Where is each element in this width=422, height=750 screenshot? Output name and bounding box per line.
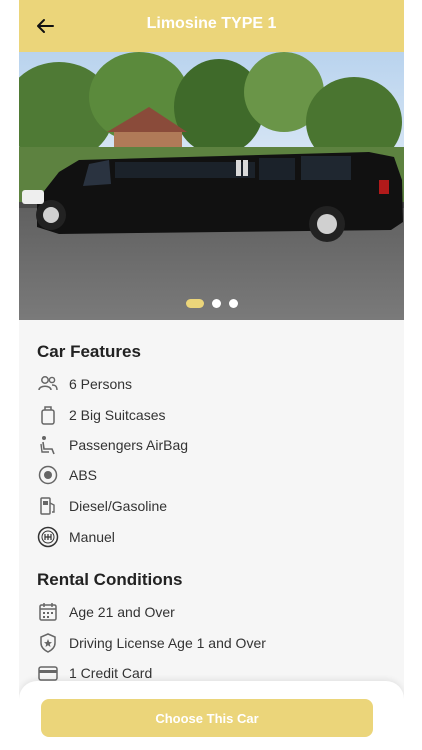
feature-label: ABS [69,467,98,483]
carousel-dot-3[interactable] [228,299,238,308]
choose-car-button[interactable]: Choose This Car [41,699,373,737]
top-bar: Limosine TYPE 1 [19,0,404,52]
feature-persons: 6 Persons [37,372,132,396]
bottom-action-bar: Choose This Car [19,681,404,750]
feature-label: 2 Big Suitcases [69,407,166,423]
airbag-seat-icon [37,434,59,456]
feature-airbag: Passengers AirBag [37,433,188,457]
page-title: Limosine TYPE 1 [146,15,277,32]
limousine-photo [19,52,404,320]
rental-conditions-heading: Rental Conditions [37,570,183,589]
feature-abs: ABS [37,463,97,487]
carousel-dot-2[interactable] [211,299,221,308]
condition-label: Driving License Age 1 and Over [69,635,266,651]
condition-label: 1 Credit Card [69,665,153,681]
condition-license: Driving License Age 1 and Over [37,631,266,655]
abs-icon [37,464,59,486]
app-screen: Limosine TYPE 1 Car Features 6 Persons 2… [19,0,404,750]
calendar-icon [37,601,59,623]
feature-label: Diesel/Gasoline [69,498,168,514]
persons-icon [37,373,59,395]
badge-star-icon [37,632,59,654]
feature-label: Passengers AirBag [69,437,189,453]
feature-label: 6 Persons [69,376,133,392]
fuel-icon [37,495,59,517]
car-photo-carousel[interactable] [19,52,404,320]
feature-label: Manuel [69,529,115,545]
suitcase-icon [37,404,59,426]
car-features-heading: Car Features [37,342,141,361]
gearbox-icon [37,526,59,548]
condition-label: Age 21 and Over [69,604,175,620]
feature-fuel: Diesel/Gasoline [37,494,167,518]
feature-transmission: Manuel [37,525,115,549]
carousel-dots [19,299,404,308]
feature-suitcases: 2 Big Suitcases [37,403,166,427]
condition-age: Age 21 and Over [37,600,175,624]
carousel-dot-1[interactable] [185,299,204,308]
